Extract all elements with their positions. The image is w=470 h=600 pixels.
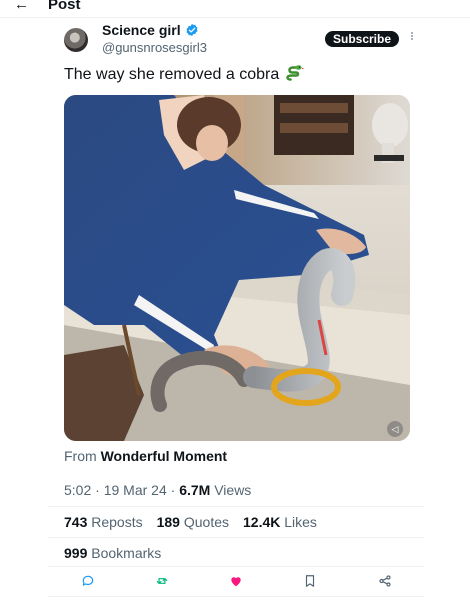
- attribution-source-link[interactable]: Wonderful Moment: [101, 448, 228, 464]
- repost-icon[interactable]: [155, 574, 169, 588]
- post-meta: 5:02 · 19 Mar 24 · 6.7M Views: [64, 482, 251, 498]
- subscribe-button[interactable]: Subscribe: [325, 31, 400, 47]
- top-bar: ← Post: [0, 0, 470, 18]
- tweet-text: The way she removed a cobra: [64, 64, 304, 84]
- speaker-icon[interactable]: ◁: [387, 421, 403, 437]
- post-time[interactable]: 5:02: [64, 482, 91, 498]
- likes-count: 12.4K: [243, 514, 281, 530]
- action-bar: [48, 574, 424, 592]
- verified-badge-icon: [186, 23, 198, 37]
- user-handle[interactable]: @gunsnrosesgirl3: [102, 40, 207, 55]
- meta-separator: ·: [166, 482, 180, 498]
- likes-stat[interactable]: 12.4K Likes: [243, 514, 317, 530]
- bookmarks-stat[interactable]: 999 Bookmarks: [64, 545, 161, 561]
- reposts-count: 743: [64, 514, 88, 530]
- reposts-stat[interactable]: 743 Reposts: [64, 514, 143, 530]
- name-row: Science girl: [102, 22, 199, 38]
- avatar[interactable]: [64, 28, 88, 52]
- video-attribution: From Wonderful Moment: [64, 448, 227, 464]
- like-icon[interactable]: [229, 574, 243, 588]
- bookmarks-count: 999: [64, 545, 88, 561]
- divider: [48, 596, 424, 597]
- more-options-icon[interactable]: [410, 31, 414, 45]
- share-icon[interactable]: [378, 574, 392, 588]
- quotes-count: 189: [156, 514, 180, 530]
- likes-label: Likes: [284, 514, 317, 530]
- snake-emoji-icon: [285, 65, 304, 81]
- page-title: Post: [48, 0, 81, 13]
- bookmarks-label: Bookmarks: [91, 545, 162, 561]
- engagement-stats: 743 Reposts 189 Quotes 12.4K Likes: [64, 514, 317, 530]
- reposts-label: Reposts: [91, 514, 143, 530]
- divider: [48, 537, 424, 538]
- post-video[interactable]: ◁: [64, 95, 410, 441]
- divider: [48, 566, 424, 567]
- tweet-body: The way she removed a cobra: [64, 66, 280, 83]
- reply-icon[interactable]: [81, 574, 95, 588]
- video-frame: [64, 95, 410, 441]
- bookmark-icon[interactable]: [303, 574, 317, 588]
- arrow-left-icon[interactable]: ←: [14, 0, 29, 13]
- views-count: 6.7M: [179, 482, 211, 498]
- quotes-label: Quotes: [183, 514, 229, 530]
- quotes-stat[interactable]: 189 Quotes: [157, 514, 229, 530]
- post-header: Science girl @gunsnrosesgirl3 Subscribe: [64, 22, 424, 62]
- views-label: Views: [214, 482, 252, 498]
- divider: [48, 506, 424, 507]
- attribution-prefix: From: [64, 448, 97, 464]
- meta-separator: ·: [91, 482, 104, 498]
- post-date[interactable]: 19 Mar 24: [104, 482, 167, 498]
- display-name[interactable]: Science girl: [102, 22, 181, 38]
